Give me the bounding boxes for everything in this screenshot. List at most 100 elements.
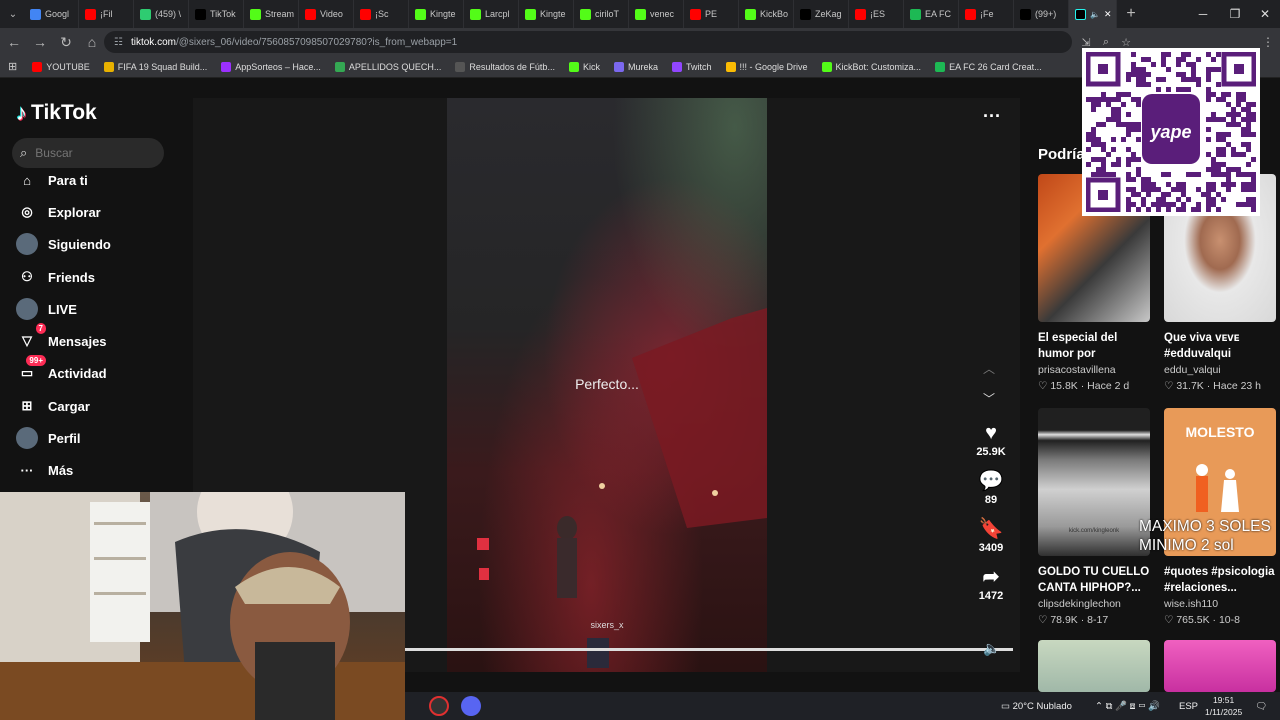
clock-date: 1/11/2025 [1205, 707, 1243, 717]
browser-tab[interactable]: ¡Sc [354, 0, 409, 28]
bookmark-item[interactable]: FIFA 19 Squad Build... [97, 61, 215, 72]
like-button[interactable]: ♥ 25.9K [971, 420, 1011, 458]
nav-item-actividad[interactable]: ▭ 99+ Actividad [16, 355, 107, 384]
card-author[interactable]: eddu_valqui [1164, 364, 1276, 376]
taskbar-app-icon[interactable] [429, 696, 449, 716]
save-button[interactable]: 🔖 3409 [971, 516, 1011, 554]
video-thumbnail[interactable]: kick.com/kingleonk [1038, 408, 1150, 556]
card-title[interactable]: El especial del humor por halloween... [1038, 330, 1150, 362]
apps-grid-icon[interactable]: ⊞ [8, 60, 17, 73]
nav-item-live[interactable]: ● LIVE [16, 298, 77, 320]
tray-icons[interactable]: ⌃ ⧉ 🎤 ⧈ ▭ 🔊 [1095, 701, 1160, 712]
tab-audio-icon[interactable]: 🔈 [1090, 10, 1100, 19]
recommendation-card[interactable] [1164, 640, 1276, 692]
tab-favicon-icon [525, 8, 536, 20]
tab-favicon-icon [30, 8, 41, 20]
search-input[interactable] [35, 146, 146, 160]
bookmark-item[interactable]: Resultados de Fútb... [448, 61, 562, 72]
recommendation-card[interactable]: kick.com/kingleonk GOLDO TU CUELLO CANTA… [1038, 408, 1150, 626]
card-title[interactable]: #quotes #psicologia #relaciones... [1164, 564, 1276, 596]
nav-item-siguiendo[interactable]: ● Siguiendo [16, 233, 111, 255]
card-author[interactable]: clipsdekinglechon [1038, 598, 1150, 610]
comment-button[interactable]: 💬 89 [971, 468, 1011, 506]
browser-tab[interactable]: Googl [24, 0, 79, 28]
video-thumbnail[interactable] [1164, 640, 1276, 692]
video-progress-bar[interactable] [405, 648, 1013, 651]
close-window-button[interactable]: ✕ [1248, 0, 1280, 28]
nav-item-más[interactable]: ··· Más [16, 459, 74, 481]
bookmark-item[interactable]: EA FC 26 Card Creat... [928, 61, 1049, 72]
nav-item-explorar[interactable]: ◎ Explorar [16, 201, 100, 223]
clock[interactable]: 19:51 1/11/2025 [1205, 694, 1242, 718]
bookmark-item[interactable]: !!! - Google Drive [719, 61, 815, 72]
recommendation-card[interactable] [1038, 640, 1150, 692]
bookmark-item[interactable]: APELLIDOS QUECH... [328, 61, 449, 72]
browser-tab[interactable]: ¡ES [849, 0, 904, 28]
browser-tab[interactable]: Video [299, 0, 354, 28]
site-info-icon[interactable]: ☷ [114, 37, 123, 48]
card-author[interactable]: wise.ish110 [1164, 598, 1276, 610]
forward-button[interactable]: → [28, 30, 52, 54]
tab-label: ¡Fil [100, 9, 113, 19]
bookmark-favicon-icon [935, 61, 946, 72]
browser-tab[interactable]: ¡Fe [959, 0, 1014, 28]
browser-tab[interactable]: Kingte [519, 0, 574, 28]
bookmark-item[interactable]: AppSorteos – Hace... [214, 61, 328, 72]
language-indicator[interactable]: ESP [1179, 701, 1198, 712]
reload-button[interactable]: ↻ [54, 30, 78, 54]
card-title[interactable]: GOLDO TU CUELLO CANTA HIPHOP?... [1038, 564, 1150, 596]
new-tab-button[interactable]: + [1119, 2, 1143, 26]
nav-item-mensajes[interactable]: ▽ 7 Mensajes [16, 323, 107, 352]
weather-widget[interactable]: ▭ 20°C Nublado [1001, 701, 1072, 712]
nav-item-para-ti[interactable]: ⌂ Para ti [16, 169, 88, 191]
home-button[interactable]: ⌂ [80, 30, 104, 54]
search-box[interactable]: ⌕ [12, 138, 164, 168]
taskbar-app-icon[interactable] [461, 696, 481, 716]
save-count: 3409 [978, 542, 1004, 554]
bookmark-item[interactable]: Twitch [665, 61, 719, 72]
maximize-button[interactable]: ❐ [1218, 0, 1252, 28]
share-button[interactable]: ➦ 1472 [971, 564, 1011, 602]
tab-search-button[interactable]: ⌄ [2, 2, 24, 26]
nav-label: Actividad [48, 365, 107, 381]
browser-tab[interactable]: ciriloT [574, 0, 629, 28]
minimize-button[interactable]: ─ [1186, 0, 1220, 28]
tiktok-logo[interactable]: ♪ TikTok [16, 100, 97, 126]
browser-tab[interactable]: EA FC [904, 0, 959, 28]
browser-tab[interactable]: (459) \ [134, 0, 189, 28]
browser-tab[interactable]: ZeKag [794, 0, 849, 28]
bookmark-item[interactable]: YOUTUBE [25, 61, 97, 72]
back-button[interactable]: ← [2, 30, 26, 54]
volume-icon[interactable]: 🔈 [983, 640, 1000, 657]
browser-tab[interactable]: PE [684, 0, 739, 28]
browser-tab-active[interactable]: 🔈 ✕ [1069, 0, 1117, 28]
bookmark-item[interactable]: KickBot: Customiza... [815, 61, 929, 72]
bookmark-item[interactable]: Mureka [607, 61, 665, 72]
notifications-icon[interactable]: 🗨 [1255, 701, 1267, 712]
browser-tab[interactable]: KickBo [739, 0, 794, 28]
previous-video-button[interactable]: ︿ [983, 360, 995, 377]
weather-icon: ▭ [1001, 700, 1013, 712]
card-author[interactable]: prisacostavillena [1038, 364, 1150, 376]
bookmark-favicon-icon [568, 61, 579, 72]
nav-item-cargar[interactable]: ⊞ Cargar [16, 395, 90, 417]
browser-tab[interactable]: (99+) [1014, 0, 1069, 28]
browser-tab[interactable]: ¡Fil [79, 0, 134, 28]
card-title[interactable]: Que viva ᴠᴇᴠᴇ #edduvalqui [1164, 330, 1276, 362]
tab-close-icon[interactable]: ✕ [1104, 9, 1112, 20]
video-frame[interactable]: Perfecto... sixers_x [447, 98, 767, 672]
next-video-button[interactable]: ﹀ [983, 390, 995, 407]
bookmark-item[interactable]: Kick [562, 61, 607, 72]
browser-tab[interactable]: Stream [244, 0, 299, 28]
tab-label: ¡Fe [980, 9, 994, 19]
browser-tab[interactable]: venec [629, 0, 684, 28]
browser-tab[interactable]: Larcpl [464, 0, 519, 28]
nav-item-friends[interactable]: ⚇ Friends [16, 266, 95, 288]
nav-item-perfil[interactable]: ● Perfil [16, 427, 81, 449]
tab-label: ¡ES [870, 9, 886, 19]
browser-tab[interactable]: Kingte [409, 0, 464, 28]
video-thumbnail[interactable] [1038, 640, 1150, 692]
address-bar[interactable]: ☷ tiktok.com/@sixers_06/video/7560857098… [104, 31, 1072, 53]
browser-tab[interactable]: TikTok [189, 0, 244, 28]
more-options-icon[interactable]: ··· [983, 106, 1001, 127]
